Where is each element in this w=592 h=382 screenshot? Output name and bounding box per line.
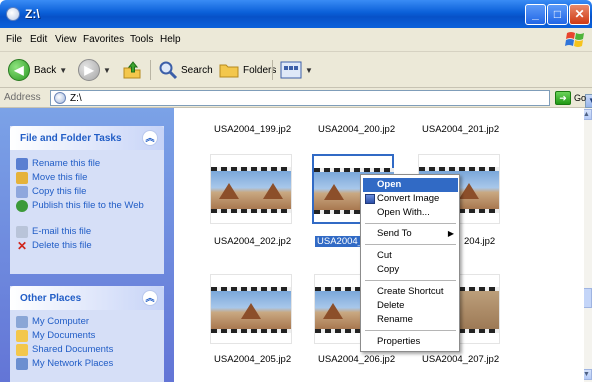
menu-item-rename[interactable]: Rename (363, 313, 458, 327)
publish-web-icon (16, 200, 28, 212)
close-button[interactable]: ✕ (569, 4, 590, 25)
file-label[interactable]: USA2004_201.jp2 (422, 124, 499, 135)
panel-title: File and Folder Tasks (20, 133, 122, 144)
chevron-down-icon[interactable]: ▼ (585, 94, 592, 108)
shared-folder-icon (16, 344, 28, 356)
menu-view[interactable]: View (55, 34, 77, 45)
go-button[interactable]: Go (574, 93, 586, 103)
content-scrollbar[interactable]: ▲ ▼ (581, 108, 592, 382)
panel-title: Other Places (20, 293, 82, 304)
task-copy[interactable]: Copy this file (10, 186, 164, 200)
place-network[interactable]: My Network Places (10, 358, 164, 372)
task-email[interactable]: E-mail this file (10, 226, 164, 240)
menu-item-create-shortcut[interactable]: Create Shortcut (363, 285, 458, 299)
chevron-down-icon: ▼ (59, 65, 68, 75)
toolbar: ◀ Back ▼ ▶ ▼ Search Folders ▼ (0, 52, 592, 88)
menu-bar: File Edit View Favorites Tools Help (0, 28, 592, 52)
file-folder-tasks-panel: File and Folder Tasks ︽ Rename this file… (10, 126, 164, 274)
other-places-panel: Other Places ︽ My Computer My Documents … (10, 286, 164, 382)
up-folder-button[interactable] (122, 58, 142, 82)
chevron-down-icon: ▼ (103, 65, 111, 75)
panel-header[interactable]: File and Folder Tasks ︽ (10, 126, 164, 150)
folder-icon (219, 64, 239, 78)
back-label: Back (34, 64, 57, 76)
search-button[interactable]: Search (158, 58, 213, 82)
file-label[interactable]: 204.jp2 (464, 236, 495, 247)
menu-item-send-to[interactable]: Send To ▶ (363, 227, 458, 241)
menu-item-open[interactable]: Open (363, 178, 458, 192)
address-value: Z:\ (70, 93, 82, 104)
file-thumbnail[interactable] (210, 154, 292, 224)
menu-item-properties[interactable]: Properties (363, 335, 458, 349)
menu-help[interactable]: Help (160, 34, 181, 45)
menu-item-copy[interactable]: Copy (363, 263, 458, 277)
file-label[interactable]: USA2004_206.jp2 (318, 354, 395, 365)
submenu-arrow-icon: ▶ (447, 229, 454, 238)
go-arrow-icon[interactable]: ➜ (555, 91, 571, 105)
copy-icon (16, 186, 28, 198)
forward-button[interactable]: ▶ ▼ (78, 58, 111, 82)
chevron-down-icon: ▼ (305, 65, 313, 75)
menu-item-open-with[interactable]: Open With... (363, 206, 458, 220)
move-icon (16, 172, 28, 184)
menu-edit[interactable]: Edit (30, 34, 47, 45)
file-label[interactable]: USA2004_200.jp2 (318, 124, 395, 135)
file-label[interactable]: USA2004_207.jp2 (422, 354, 499, 365)
place-my-documents[interactable]: My Documents (10, 330, 164, 344)
search-label: Search (181, 64, 213, 76)
menu-item-cut[interactable]: Cut (363, 249, 458, 263)
folders-button[interactable]: Folders (218, 58, 276, 82)
back-button[interactable]: ◀ Back ▼ (8, 58, 67, 82)
minimize-button[interactable]: _ (525, 4, 546, 25)
menu-file[interactable]: File (6, 34, 22, 45)
windows-logo-icon (565, 32, 584, 47)
context-menu: Open Convert Image Open With... Send To … (360, 174, 460, 352)
views-grid-icon (280, 61, 302, 79)
task-publish[interactable]: Publish this file to the Web (10, 200, 164, 226)
drive-icon (6, 7, 20, 21)
email-icon (16, 226, 28, 238)
panel-header[interactable]: Other Places ︽ (10, 286, 164, 310)
back-arrow-icon: ◀ (8, 59, 30, 81)
task-delete[interactable]: ✕ Delete this file (10, 240, 164, 254)
documents-folder-icon (16, 330, 28, 342)
address-bar: Address Z:\ ▼ ➜ Go (0, 88, 592, 108)
menu-tools[interactable]: Tools (130, 34, 153, 45)
file-label[interactable]: USA2004_205.jp2 (214, 354, 291, 365)
place-shared-documents[interactable]: Shared Documents (10, 344, 164, 358)
file-label[interactable]: USA2004_199.jp2 (214, 124, 291, 135)
title-bar: Z:\ _ □ ✕ (0, 0, 592, 28)
computer-icon (16, 316, 28, 328)
network-icon (16, 358, 28, 370)
address-label: Address (4, 92, 41, 103)
views-button[interactable]: ▼ (280, 58, 313, 82)
file-label[interactable]: USA2004_202.jp2 (214, 236, 291, 247)
up-folder-icon (123, 61, 141, 79)
menu-item-delete[interactable]: Delete (363, 299, 458, 313)
task-move[interactable]: Move this file (10, 172, 164, 186)
collapse-icon[interactable]: ︽ (142, 130, 158, 146)
forward-arrow-icon: ▶ (78, 59, 100, 81)
convert-image-icon (365, 194, 375, 204)
window-title: Z:\ (25, 7, 40, 21)
task-rename[interactable]: Rename this file (10, 158, 164, 172)
menu-item-convert-image[interactable]: Convert Image (363, 192, 458, 206)
menu-favorites[interactable]: Favorites (83, 34, 124, 45)
rename-icon (16, 158, 28, 170)
task-pane: File and Folder Tasks ︽ Rename this file… (0, 108, 174, 382)
place-my-computer[interactable]: My Computer (10, 316, 164, 330)
search-icon (159, 61, 178, 80)
file-thumbnail[interactable] (210, 274, 292, 344)
drive-icon (54, 92, 66, 104)
collapse-icon[interactable]: ︽ (142, 290, 158, 306)
address-input[interactable]: Z:\ ▼ (50, 90, 592, 108)
maximize-button[interactable]: □ (547, 4, 568, 25)
file-label-selected[interactable]: USA2004_ (315, 236, 365, 247)
delete-x-icon: ✕ (16, 239, 28, 253)
